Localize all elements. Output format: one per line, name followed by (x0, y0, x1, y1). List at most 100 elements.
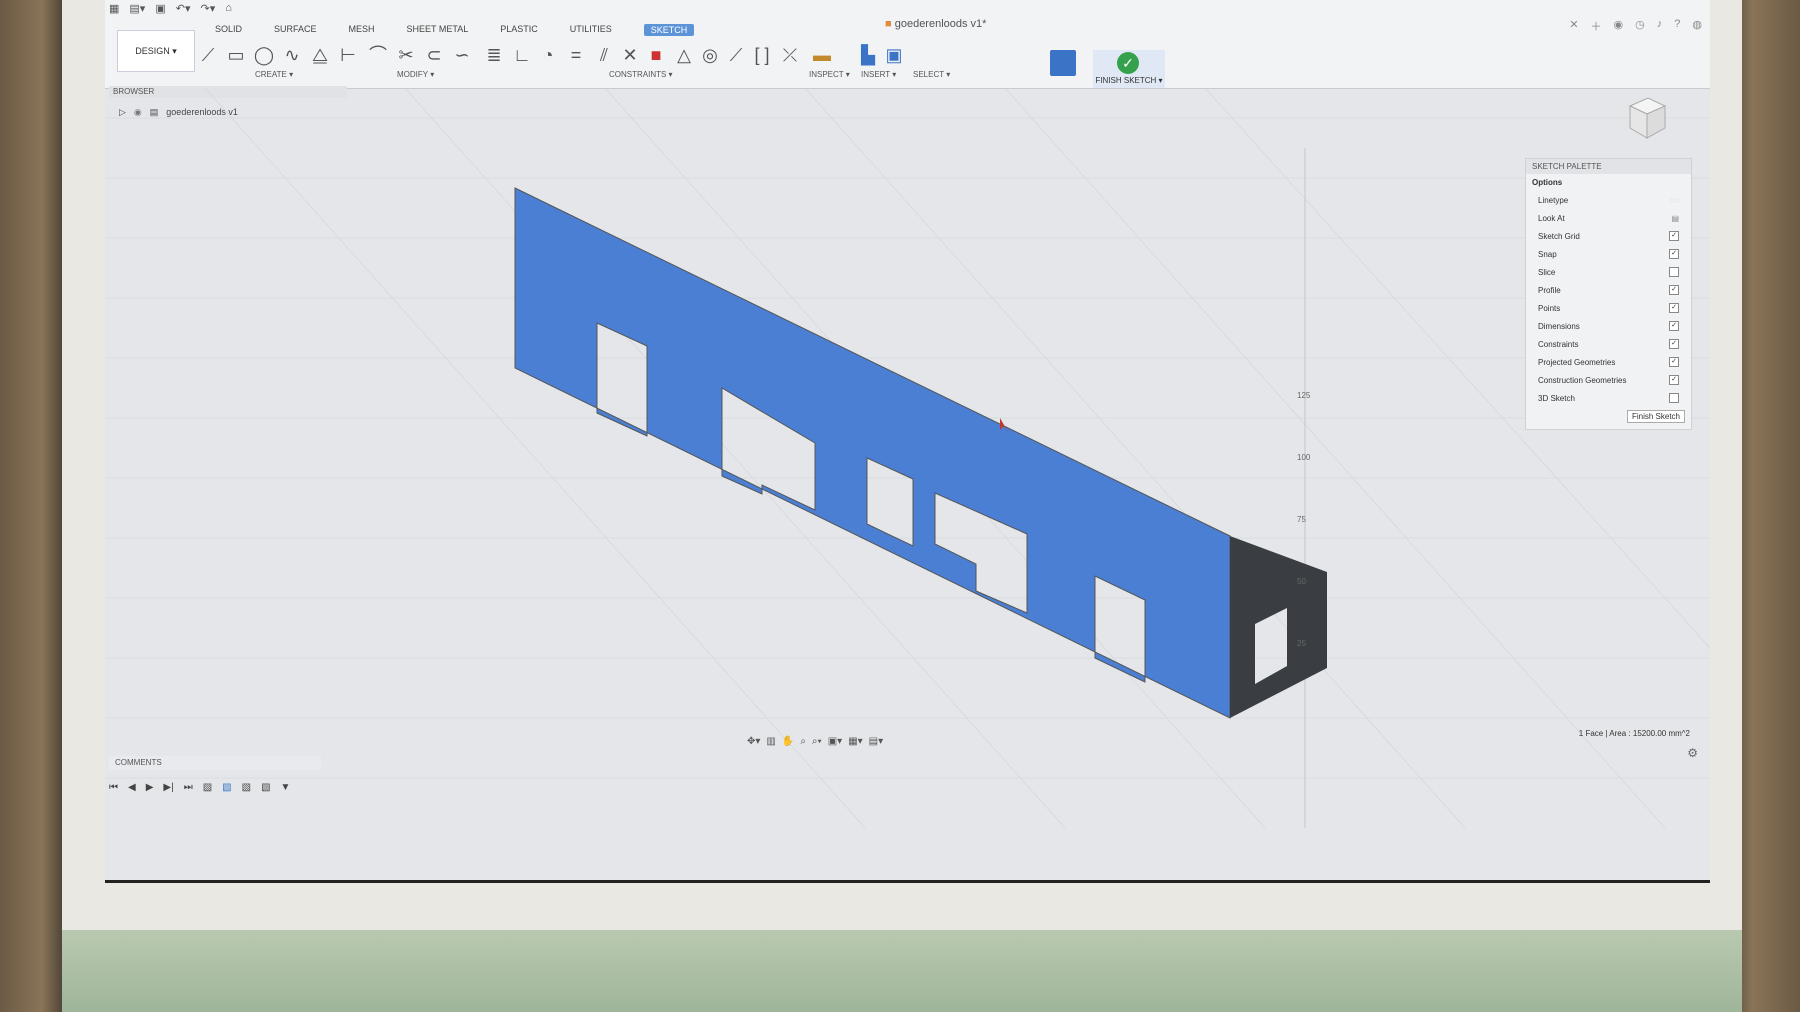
view-cube-icon[interactable] (1628, 97, 1667, 139)
midpoint-tool-icon[interactable]: ⟋ (725, 44, 747, 66)
offset-tool-icon[interactable]: ⊂ (423, 44, 445, 66)
modify-group-label[interactable]: MODIFY ▾ (397, 70, 434, 79)
curvature-tool-icon[interactable]: ⤫ (779, 44, 801, 66)
palette-finish-sketch-button[interactable]: Finish Sketch (1626, 410, 1685, 423)
sketch-grid-checkbox[interactable]: ✓ (1669, 231, 1679, 241)
palette-row-3d-sketch[interactable]: 3D Sketch (1526, 389, 1691, 407)
curve-tool-icon[interactable]: ∽ (451, 44, 473, 66)
job-status-icon[interactable]: ◷ (1635, 18, 1645, 34)
palette-row-look-at[interactable]: Look At ▤ (1526, 209, 1691, 227)
perpendicular-tool-icon[interactable]: ✕ (619, 44, 641, 66)
previous-step-icon[interactable]: ◀ (128, 782, 136, 793)
last-step-icon[interactable]: ⏭ (184, 782, 193, 793)
parallel-tool-icon[interactable]: ⫽ (593, 44, 615, 66)
redo-icon[interactable]: ↷▾ (200, 2, 215, 18)
snap-checkbox[interactable]: ✓ (1669, 249, 1679, 259)
display-settings-icon[interactable]: ▣▾ (828, 736, 842, 747)
timeline-feature-icon[interactable]: ▧ (203, 782, 212, 793)
constraints-group-label[interactable]: CONSTRAINTS ▾ (609, 70, 673, 79)
timeline-sketch-icon[interactable]: ▧ (222, 782, 231, 793)
mirror-tool-icon[interactable]: ⧋ (309, 44, 331, 66)
spline-tool-icon[interactable]: ∿ (281, 44, 303, 66)
tab-sketch[interactable]: SKETCH (643, 24, 695, 36)
insert-image-icon[interactable]: ▣ (883, 44, 905, 66)
workspace-switcher[interactable]: DESIGN ▾ (117, 30, 195, 72)
home-icon[interactable]: ⌂ (225, 2, 232, 18)
palette-row-sketch-grid[interactable]: Sketch Grid ✓ (1526, 227, 1691, 245)
look-at-icon[interactable]: ▥ (766, 736, 775, 747)
file-icon[interactable]: ▤▾ (129, 2, 145, 18)
palette-row-projected-geometries[interactable]: Projected Geometries ✓ (1526, 353, 1691, 371)
construction-geometries-checkbox[interactable]: ✓ (1669, 375, 1679, 385)
equal-tool-icon[interactable]: = (565, 44, 587, 66)
zoom-window-icon[interactable]: ⌕▾ (812, 736, 822, 747)
online-status-icon[interactable]: ◉ (1614, 18, 1624, 34)
pan-icon[interactable]: ✋ (782, 736, 794, 747)
next-step-icon[interactable]: ▶| (163, 782, 173, 793)
palette-row-snap[interactable]: Snap ✓ (1526, 245, 1691, 263)
tab-surface[interactable]: SURFACE (274, 24, 317, 36)
projected-geometries-checkbox[interactable]: ✓ (1669, 357, 1679, 367)
palette-row-constraints[interactable]: Constraints ✓ (1526, 335, 1691, 353)
tab-sheet-metal[interactable]: SHEET METAL (407, 24, 469, 36)
tab-solid[interactable]: SOLID (215, 24, 242, 36)
create-group-label[interactable]: CREATE ▾ (255, 70, 293, 79)
palette-row-profile[interactable]: Profile ✓ (1526, 281, 1691, 299)
insert-group-label[interactable]: INSERT ▾ (861, 70, 896, 79)
end-panel-face[interactable] (1230, 536, 1327, 718)
save-icon[interactable]: ▣ (155, 2, 165, 18)
palette-row-points[interactable]: Points ✓ (1526, 299, 1691, 317)
3d-sketch-checkbox[interactable] (1669, 393, 1679, 403)
first-step-icon[interactable]: ⏮ (109, 782, 118, 793)
measure-tool-icon[interactable]: ▬ (811, 44, 833, 66)
select-group-label[interactable]: SELECT ▾ (913, 70, 950, 79)
fix-lock-icon[interactable]: ■ (645, 44, 667, 66)
orbit-icon[interactable]: ✥▾ (747, 736, 760, 747)
dimensions-checkbox[interactable]: ✓ (1669, 321, 1679, 331)
triangle-constraint-icon[interactable]: △ (673, 44, 695, 66)
symmetry-tool-icon[interactable]: [ ] (751, 44, 773, 66)
viewports-icon[interactable]: ▤▾ (869, 736, 883, 747)
insert-derive-icon[interactable]: ▙ (857, 44, 879, 66)
finish-sketch-button[interactable]: ✓ FINISH SKETCH ▾ (1093, 50, 1165, 88)
fillet-tool-icon[interactable]: ⌒ (367, 44, 389, 66)
project-tool-icon[interactable]: ≣ (483, 44, 505, 66)
tab-utilities[interactable]: UTILITIES (570, 24, 612, 36)
circle-tool-icon[interactable]: ◯ (253, 44, 275, 66)
inspect-group-label[interactable]: INSPECT ▾ (809, 70, 850, 79)
new-tab-icon[interactable]: ＋ (1591, 18, 1602, 34)
comments-panel[interactable]: COMMENTS (109, 756, 321, 770)
dimension-tool-icon[interactable]: ⊢ (337, 44, 359, 66)
slice-checkbox[interactable] (1669, 267, 1679, 277)
palette-row-dimensions[interactable]: Dimensions ✓ (1526, 317, 1691, 335)
sketch-profile-face[interactable] (514, 187, 1231, 719)
palette-row-slice[interactable]: Slice (1526, 263, 1691, 281)
timeline-feature-icon[interactable]: ▧ (242, 782, 251, 793)
close-tab-icon[interactable]: ✕ (1569, 18, 1578, 34)
linetype-icon[interactable]: ◌◌ (1669, 196, 1679, 205)
undo-icon[interactable]: ↶▾ (176, 2, 191, 18)
notifications-icon[interactable]: ♪ (1657, 18, 1663, 34)
select-tool-icon[interactable] (1050, 50, 1076, 76)
palette-row-construction-geometries[interactable]: Construction Geometries ✓ (1526, 371, 1691, 389)
sketch-palette-title[interactable]: SKETCH PALETTE (1526, 159, 1691, 174)
coincident-tool-icon[interactable]: ∟ (511, 44, 533, 66)
tangent-tool-icon[interactable]: ◔ (537, 44, 559, 66)
play-icon[interactable]: ▶ (146, 782, 154, 793)
profile-checkbox[interactable]: ✓ (1669, 285, 1679, 295)
grid-settings-icon[interactable]: ▦▾ (848, 736, 862, 747)
line-tool-icon[interactable]: ⟋ (197, 44, 219, 66)
timeline-feature-icon[interactable]: ▧ (261, 782, 270, 793)
timeline-marker-icon[interactable]: ▼ (281, 782, 291, 793)
settings-gear-icon[interactable]: ⚙ (1687, 746, 1698, 760)
look-at-icon[interactable]: ▤ (1671, 214, 1679, 223)
palette-row-linetype[interactable]: Linetype ◌◌ (1526, 191, 1691, 209)
grid-icon[interactable]: ▦ (109, 2, 119, 18)
trim-tool-icon[interactable]: ✂ (395, 44, 417, 66)
tab-plastic[interactable]: PLASTIC (500, 24, 538, 36)
tab-mesh[interactable]: MESH (349, 24, 375, 36)
avatar[interactable]: ◍ (1692, 18, 1702, 34)
sketch-viewport[interactable]: 125 100 75 50 25 (105, 88, 1710, 828)
zoom-icon[interactable]: ⌕ (800, 736, 806, 747)
help-icon[interactable]: ? (1674, 18, 1680, 34)
